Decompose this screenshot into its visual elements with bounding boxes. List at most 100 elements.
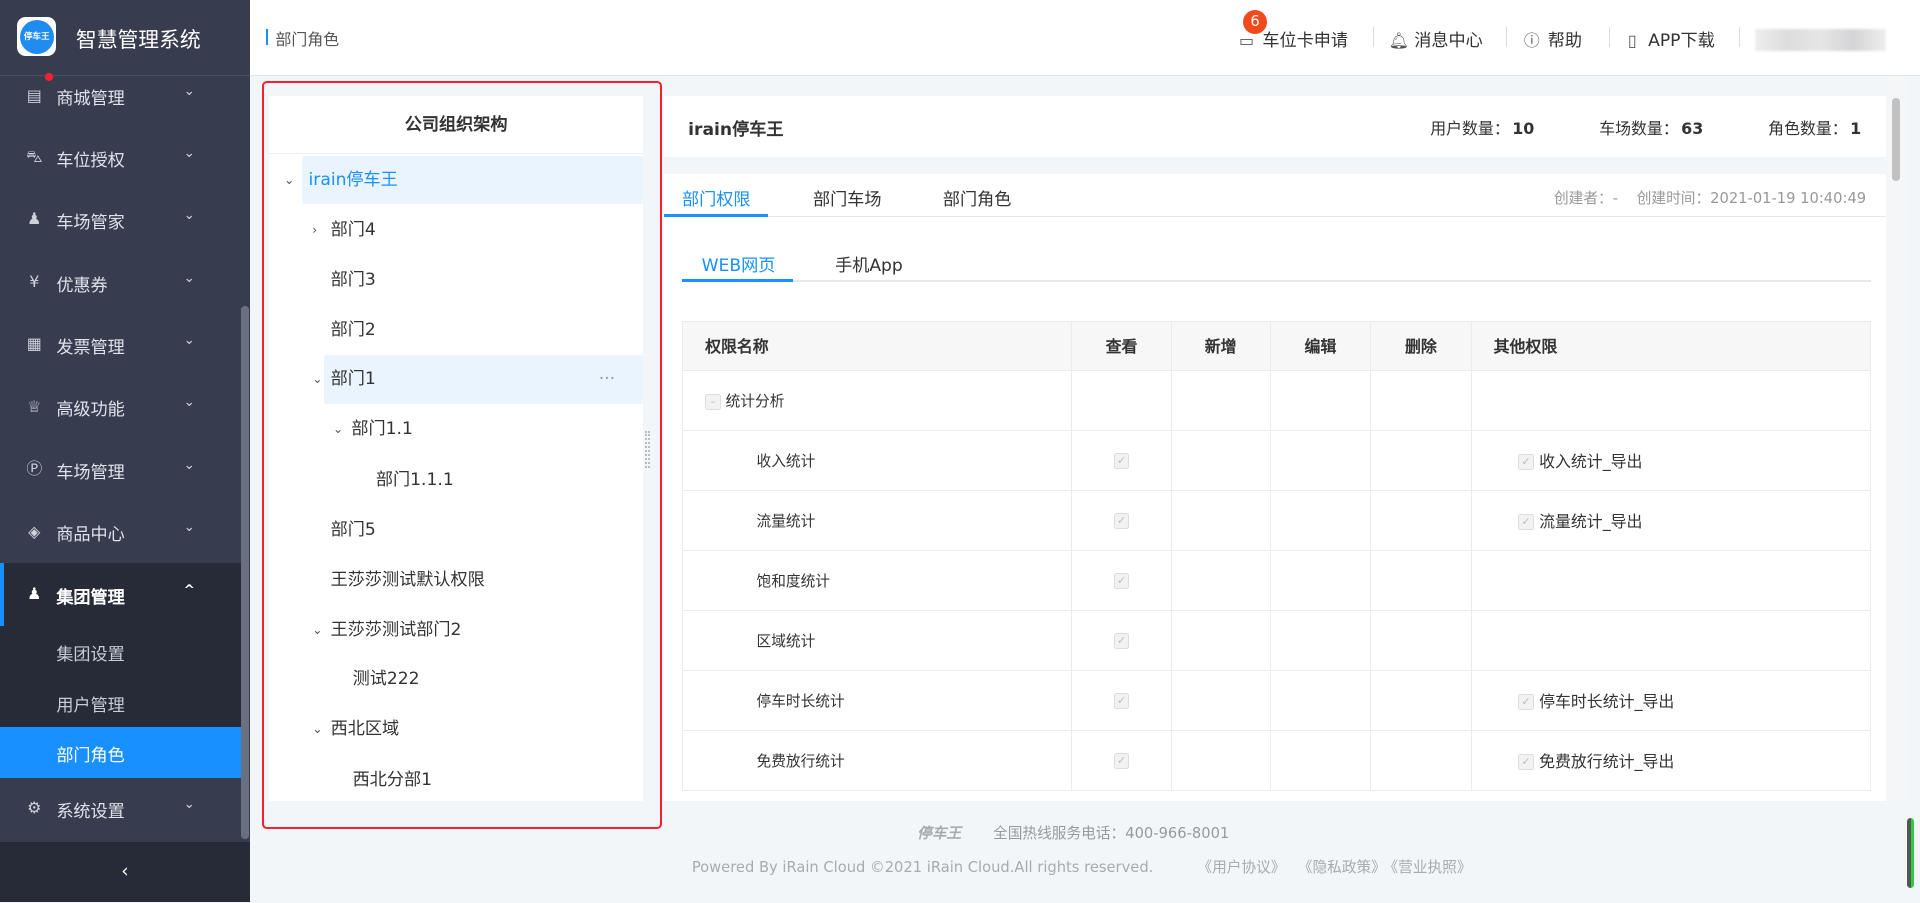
- divider: [1506, 26, 1508, 47]
- message-center-link[interactable]: 🔔︎ 消息中心: [1389, 26, 1483, 51]
- tree-node[interactable]: 西北分部1: [353, 756, 432, 805]
- export-checkbox[interactable]: ✓: [1518, 754, 1534, 771]
- sidebar-item-system[interactable]: ⚙ 系统设置 ⌄: [0, 778, 250, 840]
- copyright: Powered By iRain Cloud ©2021 iRain Cloud…: [691, 858, 1154, 876]
- label: 车场管家: [56, 213, 125, 234]
- col-other: 其他权限: [1470, 320, 1872, 371]
- sidebar-item-invoice[interactable]: ▦ 发票管理 ⌄: [0, 313, 250, 375]
- parking-icon: Ⓟ: [26, 459, 43, 479]
- export-checkbox[interactable]: ✓: [1518, 694, 1534, 711]
- sidebar-item-coupon[interactable]: ¥ 优惠券 ⌄: [0, 251, 250, 313]
- resize-handle[interactable]: [645, 431, 651, 468]
- col-edit: 编辑: [1269, 320, 1372, 371]
- other-permission: 停车时长统计_导出: [1539, 691, 1675, 711]
- sidebar-subitem-group-settings[interactable]: 集团设置: [0, 626, 242, 678]
- subtab-web[interactable]: WEB网页: [702, 251, 776, 276]
- user-agreement-link[interactable]: 《用户协议》: [1197, 859, 1285, 876]
- chevron-down-icon[interactable]: ⌄: [312, 355, 322, 404]
- tree-node[interactable]: ⌄ 部门1.1: [333, 405, 413, 454]
- sidebar: 停车王 智慧管理系统 ▤ 商城管理 ⌄ ⛍ 车位授权 ⌄ ♟ 车场管家 ⌄ ¥ 优惠券 ⌄ ▦ 发…: [0, 0, 250, 903]
- tree-node[interactable]: ⌄ 王莎莎测试部门2: [312, 606, 461, 655]
- layers-icon: ◈: [28, 521, 41, 541]
- view-checkbox[interactable]: ✓: [1113, 692, 1130, 709]
- permission-name: 免费放行统计: [756, 752, 845, 770]
- business-license-link[interactable]: 《营业执照》: [1391, 859, 1472, 876]
- view-checkbox[interactable]: ✓: [1113, 752, 1130, 769]
- tree-node[interactable]: › 部门4: [312, 206, 376, 255]
- page-scrollbar-thumb[interactable]: [1891, 97, 1901, 182]
- label: 消息中心: [1414, 30, 1483, 51]
- more-actions-icon[interactable]: ···: [599, 355, 615, 404]
- tab-dept-permissions[interactable]: 部门权限: [682, 185, 751, 210]
- export-checkbox[interactable]: ✓: [1518, 514, 1534, 531]
- store-icon: ▤: [26, 85, 42, 105]
- sidebar-item-lot-mgmt[interactable]: Ⓟ 车场管理 ⌄: [0, 438, 250, 500]
- tree-node[interactable]: 测试222: [353, 655, 420, 704]
- label: 集团管理: [56, 587, 125, 608]
- label: 车场管理: [56, 462, 125, 483]
- tree-node[interactable]: 部门5: [331, 506, 376, 555]
- breadcrumb: 部门角色: [275, 29, 340, 49]
- sidebar-item-group[interactable]: ♟ 集团管理 ^: [0, 563, 250, 625]
- label: 商城管理: [56, 89, 125, 110]
- side-widget[interactable]: [1906, 817, 1914, 888]
- tree-node[interactable]: 王莎莎测试默认权限: [331, 556, 485, 605]
- sidebar-item-space-auth[interactable]: ⛍ 车位授权 ⌄: [0, 126, 250, 188]
- chevron-down-icon[interactable]: ⌄: [333, 405, 343, 454]
- tree-node[interactable]: 部门3: [331, 256, 376, 305]
- label: 车场数量：: [1599, 119, 1679, 139]
- tree-node[interactable]: 部门2: [331, 306, 376, 355]
- sidebar-item-advanced[interactable]: ♕ 高级功能 ⌄: [0, 376, 250, 438]
- lot-count: 车场数量： 63: [1599, 116, 1703, 139]
- tab-dept-roles[interactable]: 部门角色: [943, 185, 1012, 210]
- page-scrollbar-track[interactable]: [1885, 75, 1907, 801]
- view-checkbox[interactable]: ✓: [1113, 452, 1130, 469]
- label: 部门3: [330, 269, 376, 290]
- tree-node[interactable]: ⌄ 西北区域: [312, 705, 399, 754]
- subtab-active-ink: [682, 279, 794, 282]
- collapse-sidebar-button[interactable]: ‹: [0, 842, 250, 903]
- sidebar-item-mall[interactable]: ▤ 商城管理 ⌄: [0, 65, 250, 127]
- tree-node[interactable]: ⌄ irain停车王: [284, 155, 643, 205]
- coupon-icon: ¥: [29, 271, 40, 291]
- label: 部门5: [330, 519, 376, 540]
- tree-node[interactable]: ⌄ 部门1 ···: [312, 355, 643, 405]
- app-download-link[interactable]: ▯ APP下载: [1622, 26, 1715, 51]
- sidebar-subitem-dept-role[interactable]: 部门角色: [0, 727, 242, 778]
- sidebar-item-goods[interactable]: ◈ 商品中心 ⌄: [0, 501, 250, 563]
- export-checkbox[interactable]: ✓: [1518, 454, 1534, 471]
- group-icon: ♟: [27, 584, 42, 604]
- divider: [1372, 26, 1374, 47]
- chevron-right-icon[interactable]: ›: [312, 206, 317, 255]
- sidebar-subitem-user-mgmt[interactable]: 用户管理: [0, 677, 242, 728]
- car-icon: ⛍: [26, 146, 43, 166]
- chevron-down-icon[interactable]: ⌄: [312, 705, 322, 754]
- label: 高级功能: [56, 400, 125, 421]
- view-checkbox[interactable]: ✓: [1113, 572, 1130, 589]
- footer-hotline: 停车王 全国热线服务电话：400-966-8001: [917, 822, 1229, 843]
- privacy-policy-link[interactable]: 《隐私政策》: [1305, 859, 1386, 876]
- tab-dept-lots[interactable]: 部门车场: [813, 185, 882, 210]
- chevron-down-icon: ⌄: [183, 270, 195, 286]
- label: 用户数量：: [1430, 119, 1510, 139]
- tree-node[interactable]: 部门1.1.1: [376, 456, 454, 505]
- view-checkbox[interactable]: ✓: [1113, 632, 1130, 649]
- sidebar-item-steward[interactable]: ♟ 车场管家 ⌄: [0, 189, 250, 251]
- label: 部门1.1: [351, 419, 413, 440]
- label: 部门4: [330, 219, 376, 240]
- user-account-blurred[interactable]: [1754, 29, 1886, 52]
- table-row-group: – 统计分析: [682, 369, 1872, 431]
- sidebar-scrollbar[interactable]: [241, 306, 249, 839]
- help-link[interactable]: ⓘ 帮助: [1522, 26, 1582, 51]
- table-row: 饱和度统计 ✓: [682, 549, 1872, 611]
- chevron-down-icon: ⌄: [183, 457, 195, 473]
- chevron-down-icon[interactable]: ⌄: [312, 606, 322, 655]
- collapse-group-icon[interactable]: –: [705, 393, 721, 410]
- subtab-mobile-app[interactable]: 手机App: [835, 251, 903, 276]
- creator: 创建者：-: [1553, 190, 1619, 208]
- view-checkbox[interactable]: ✓: [1113, 512, 1130, 529]
- phone-icon: ▯: [1627, 30, 1637, 50]
- chevron-down-icon: ⌄: [183, 208, 195, 224]
- chevron-down-icon[interactable]: ⌄: [284, 156, 294, 205]
- label: 角色数量：: [1768, 119, 1848, 139]
